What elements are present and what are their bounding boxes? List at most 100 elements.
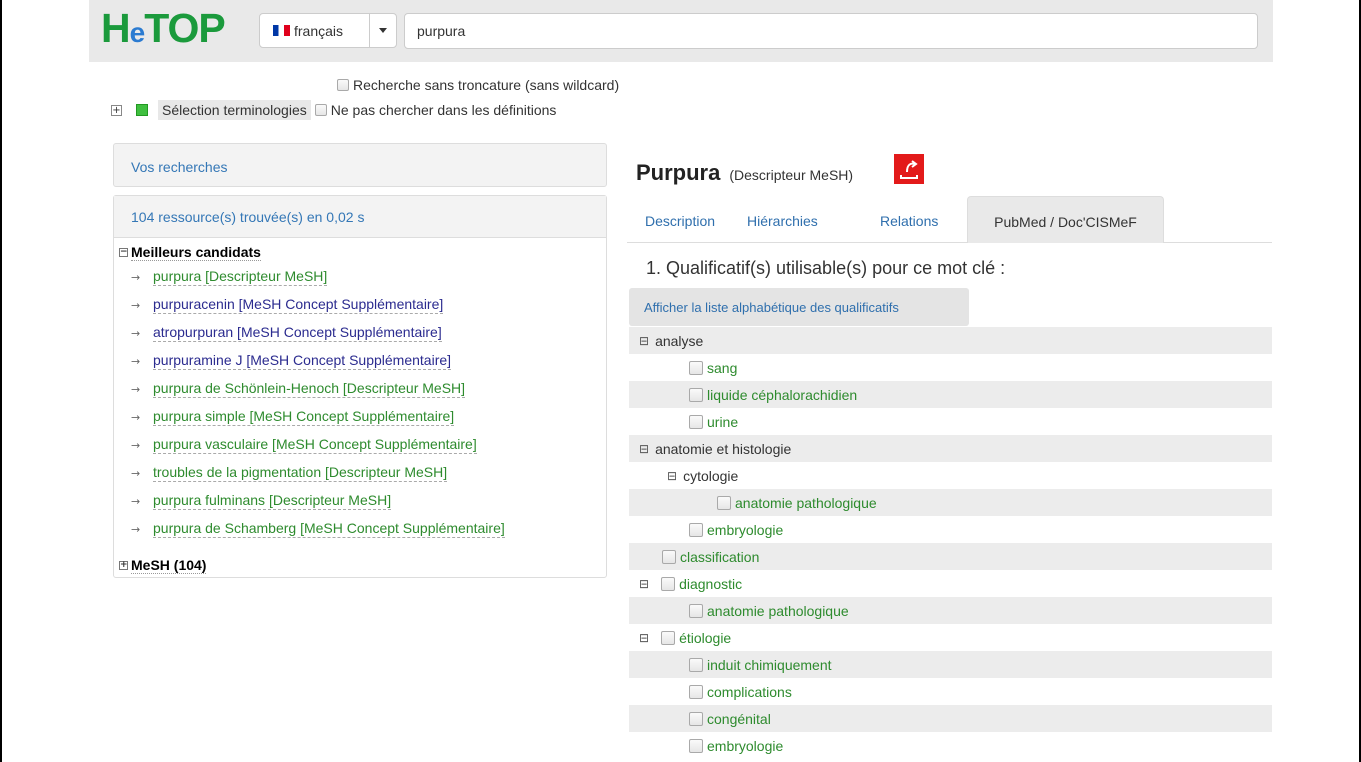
candidate-item[interactable]: → purpura de Schamberg [MeSH Concept Supp… — [131, 520, 505, 538]
candidate-link[interactable]: purpura [Descripteur MeSH] — [153, 268, 328, 286]
qualifier-label[interactable]: embryologie — [707, 738, 783, 754]
arrow-right-icon: → — [131, 270, 141, 284]
qualifier-label[interactable]: congénital — [707, 711, 771, 727]
best-candidates-group[interactable]: − Meilleurs candidats — [119, 244, 261, 261]
results-header[interactable]: 104 ressource(s) trouvée(s) en 0,02 s — [114, 196, 606, 238]
collapse-icon[interactable]: ⊟ — [639, 334, 649, 348]
best-candidates-title: Meilleurs candidats — [131, 244, 261, 261]
language-button[interactable]: français — [259, 13, 370, 48]
qualifier-checkbox[interactable] — [689, 738, 703, 753]
candidate-item[interactable]: → purpura simple [MeSH Concept Supplément… — [131, 408, 455, 426]
qualifier-row: induit chimiquement — [629, 651, 1272, 678]
logo-letters-top: TOP — [144, 5, 226, 51]
qualifier-row: complications — [629, 678, 1272, 705]
qualifier-checkbox[interactable] — [689, 414, 703, 429]
concept-type: (Descripteur MeSH) — [729, 167, 854, 183]
qualifier-row: embryologie — [629, 516, 1272, 543]
mesh-group[interactable]: + MeSH (104) — [119, 557, 207, 574]
vos-recherches-panel[interactable]: Vos recherches — [113, 143, 607, 187]
collapse-icon[interactable]: ⊟ — [639, 577, 649, 591]
mesh-group-title: MeSH (104) — [131, 557, 207, 574]
collapse-icon: − — [119, 247, 128, 257]
qualifier-row: congénital — [629, 705, 1272, 732]
qualifiers-heading: 1. Qualificatif(s) utilisable(s) pour ce… — [646, 258, 1006, 278]
expand-terminologies-icon[interactable]: + — [111, 104, 122, 116]
qualifier-row: sang — [629, 354, 1272, 381]
candidate-link[interactable]: purpura de Schamberg [MeSH Concept Suppl… — [153, 520, 505, 538]
collapse-icon[interactable]: ⊟ — [667, 469, 677, 483]
qualifier-row: liquide céphalorachidien — [629, 381, 1272, 408]
candidate-link[interactable]: purpura fulminans [Descripteur MeSH] — [153, 492, 392, 510]
candidate-link[interactable]: troubles de la pigmentation [Descripteur… — [153, 464, 448, 482]
tab-bar: Description Hiérarchies Relations PubMed… — [627, 196, 1272, 243]
tab-hierarchies[interactable]: Hiérarchies — [747, 196, 818, 243]
candidate-link[interactable]: purpuracenin [MeSH Concept Supplémentair… — [153, 296, 444, 314]
qualifier-checkbox[interactable] — [662, 549, 676, 564]
alphabetical-list-button[interactable]: Afficher la liste alphabétique des quali… — [629, 288, 969, 326]
search-input[interactable] — [404, 13, 1258, 49]
arrow-right-icon: → — [131, 326, 141, 340]
qualifier-label[interactable]: urine — [707, 414, 738, 430]
qualifier-checkbox[interactable] — [689, 387, 703, 402]
qualifier-label[interactable]: anatomie pathologique — [735, 495, 877, 511]
tab-pubmed[interactable]: PubMed / Doc'CISMeF — [967, 196, 1164, 243]
arrow-right-icon: → — [131, 466, 141, 480]
qualifier-checkbox[interactable] — [661, 576, 676, 591]
candidate-item[interactable]: → atropurpuran [MeSH Concept Supplémentai… — [131, 324, 442, 342]
qualifier-checkbox[interactable] — [689, 684, 703, 699]
qualifier-checkbox[interactable] — [717, 495, 731, 510]
qualifier-checkbox[interactable] — [689, 360, 703, 375]
qualifier-label[interactable]: embryologie — [707, 522, 783, 538]
hetop-logo[interactable]: HeTOP — [101, 5, 226, 55]
qualifier-checkbox[interactable] — [689, 522, 703, 537]
arrow-right-icon: → — [131, 382, 141, 396]
qualifier-row: ⊟ cytologie — [629, 462, 1272, 489]
candidate-item[interactable]: → purpuramine J [MeSH Concept Supplémenta… — [131, 352, 452, 370]
qualifier-label[interactable]: étiologie — [679, 630, 731, 646]
qualifier-label[interactable]: sang — [707, 360, 737, 376]
no-truncation-checkbox[interactable] — [337, 79, 349, 91]
candidate-item[interactable]: → troubles de la pigmentation [Descripteu… — [131, 464, 448, 482]
terminology-selection-link[interactable]: Sélection terminologies — [158, 100, 311, 120]
qualifier-row: ⊟ étiologie — [629, 624, 1272, 651]
qualifier-checkbox[interactable] — [689, 711, 703, 726]
candidate-item[interactable]: → purpuracenin [MeSH Concept Supplémentai… — [131, 296, 444, 314]
qualifier-checkbox[interactable] — [689, 657, 703, 672]
qualifier-row: urine — [629, 408, 1272, 435]
candidate-link[interactable]: atropurpuran [MeSH Concept Supplémentair… — [153, 324, 442, 342]
qualifier-label[interactable]: classification — [680, 549, 759, 565]
terminology-status-icon — [136, 104, 148, 116]
qualifier-label[interactable]: anatomie pathologique — [707, 603, 849, 619]
qualifier-label[interactable]: complications — [707, 684, 792, 700]
qualifier-row: classification — [629, 543, 1272, 570]
qualifier-checkbox[interactable] — [661, 630, 676, 645]
qualifier-checkbox[interactable] — [689, 603, 703, 618]
qualifier-label: cytologie — [683, 467, 739, 484]
candidate-item[interactable]: → purpura vasculaire [MeSH Concept Supplé… — [131, 436, 477, 454]
candidate-link[interactable]: purpura simple [MeSH Concept Supplémenta… — [153, 408, 455, 426]
collapse-icon[interactable]: ⊟ — [639, 442, 649, 456]
qualifier-row: ⊟ analyse — [629, 327, 1272, 354]
no-truncation-label: Recherche sans troncature (sans wildcard… — [353, 77, 620, 93]
candidate-link[interactable]: purpura de Schönlein-Henoch [Descripteur… — [153, 380, 466, 398]
vos-recherches-label: Vos recherches — [131, 159, 228, 175]
tab-description[interactable]: Description — [645, 196, 715, 243]
tab-relations[interactable]: Relations — [880, 196, 938, 243]
qualifier-label[interactable]: induit chimiquement — [707, 657, 832, 673]
qualifier-label[interactable]: diagnostic — [679, 576, 742, 592]
candidate-link[interactable]: purpuramine J [MeSH Concept Supplémentai… — [153, 352, 452, 370]
candidate-link[interactable]: purpura vasculaire [MeSH Concept Supplém… — [153, 436, 477, 454]
qualifier-row: embryologie — [629, 732, 1272, 759]
candidate-item[interactable]: → purpura fulminans [Descripteur MeSH] — [131, 492, 392, 510]
candidate-item[interactable]: → purpura de Schönlein-Henoch [Descripteu… — [131, 380, 466, 398]
candidate-item[interactable]: → purpura [Descripteur MeSH] — [131, 268, 328, 286]
results-count: 104 ressource(s) trouvée(s) en 0,02 s — [131, 209, 365, 225]
arrow-right-icon: → — [131, 522, 141, 536]
arrow-right-icon: → — [131, 298, 141, 312]
language-dropdown-toggle[interactable] — [369, 13, 397, 48]
option-no-truncation[interactable]: Recherche sans troncature (sans wildcard… — [337, 77, 619, 93]
qualifier-label[interactable]: liquide céphalorachidien — [707, 387, 857, 403]
pdf-icon[interactable] — [894, 154, 924, 184]
collapse-icon[interactable]: ⊟ — [639, 631, 649, 645]
no-definitions-checkbox[interactable] — [314, 104, 327, 116]
